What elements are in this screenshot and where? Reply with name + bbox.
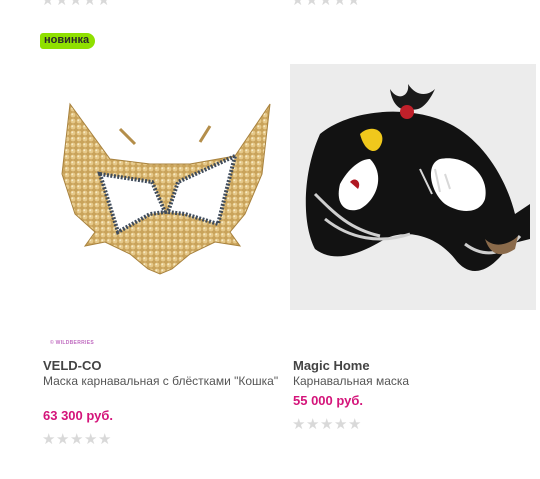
star-icon[interactable]: ★: [320, 417, 333, 432]
star-icon: ★: [97, 0, 111, 9]
product-brand-link[interactable]: Magic Home: [293, 358, 370, 373]
top-right-rating-stars: ★ ★ ★ ★ ★: [291, 0, 361, 9]
star-icon[interactable]: ★: [56, 432, 69, 447]
star-icon[interactable]: ★: [292, 417, 305, 432]
star-icon: ★: [291, 0, 305, 9]
star-icon[interactable]: ★: [98, 432, 111, 447]
cat-mask-image: [61, 102, 271, 275]
star-icon: ★: [69, 0, 83, 9]
star-icon[interactable]: ★: [348, 417, 361, 432]
star-icon: ★: [83, 0, 97, 9]
star-icon: ★: [55, 0, 69, 9]
star-icon: ★: [347, 0, 361, 9]
star-icon[interactable]: ★: [70, 432, 83, 447]
star-icon: ★: [319, 0, 333, 9]
product-title-link[interactable]: Маска карнавальная с блёстками "Кошка": [43, 374, 283, 389]
star-icon[interactable]: ★: [306, 417, 319, 432]
product-rating-stars[interactable]: ★ ★ ★ ★ ★: [42, 432, 111, 447]
product-price: 55 000 руб.: [293, 393, 364, 408]
star-icon[interactable]: ★: [84, 432, 97, 447]
product-image-black-mask[interactable]: [290, 64, 536, 310]
product-rating-stars[interactable]: ★ ★ ★ ★ ★: [292, 417, 361, 432]
star-icon: ★: [333, 0, 347, 9]
top-left-rating-stars: ★ ★ ★ ★ ★: [41, 0, 111, 9]
product-image-cat-mask[interactable]: [40, 64, 286, 312]
star-icon[interactable]: ★: [42, 432, 55, 447]
black-mask-image: [305, 84, 530, 271]
product-brand-link[interactable]: VELD-CO: [43, 358, 102, 373]
product-title-link[interactable]: Карнавальная маска: [293, 374, 533, 389]
star-icon[interactable]: ★: [334, 417, 347, 432]
star-icon: ★: [41, 0, 55, 9]
star-icon: ★: [305, 0, 319, 9]
product-price: 63 300 руб.: [43, 408, 114, 423]
watermark-text: © WILDBERRIES: [50, 340, 94, 346]
new-badge: новинка: [40, 33, 96, 49]
